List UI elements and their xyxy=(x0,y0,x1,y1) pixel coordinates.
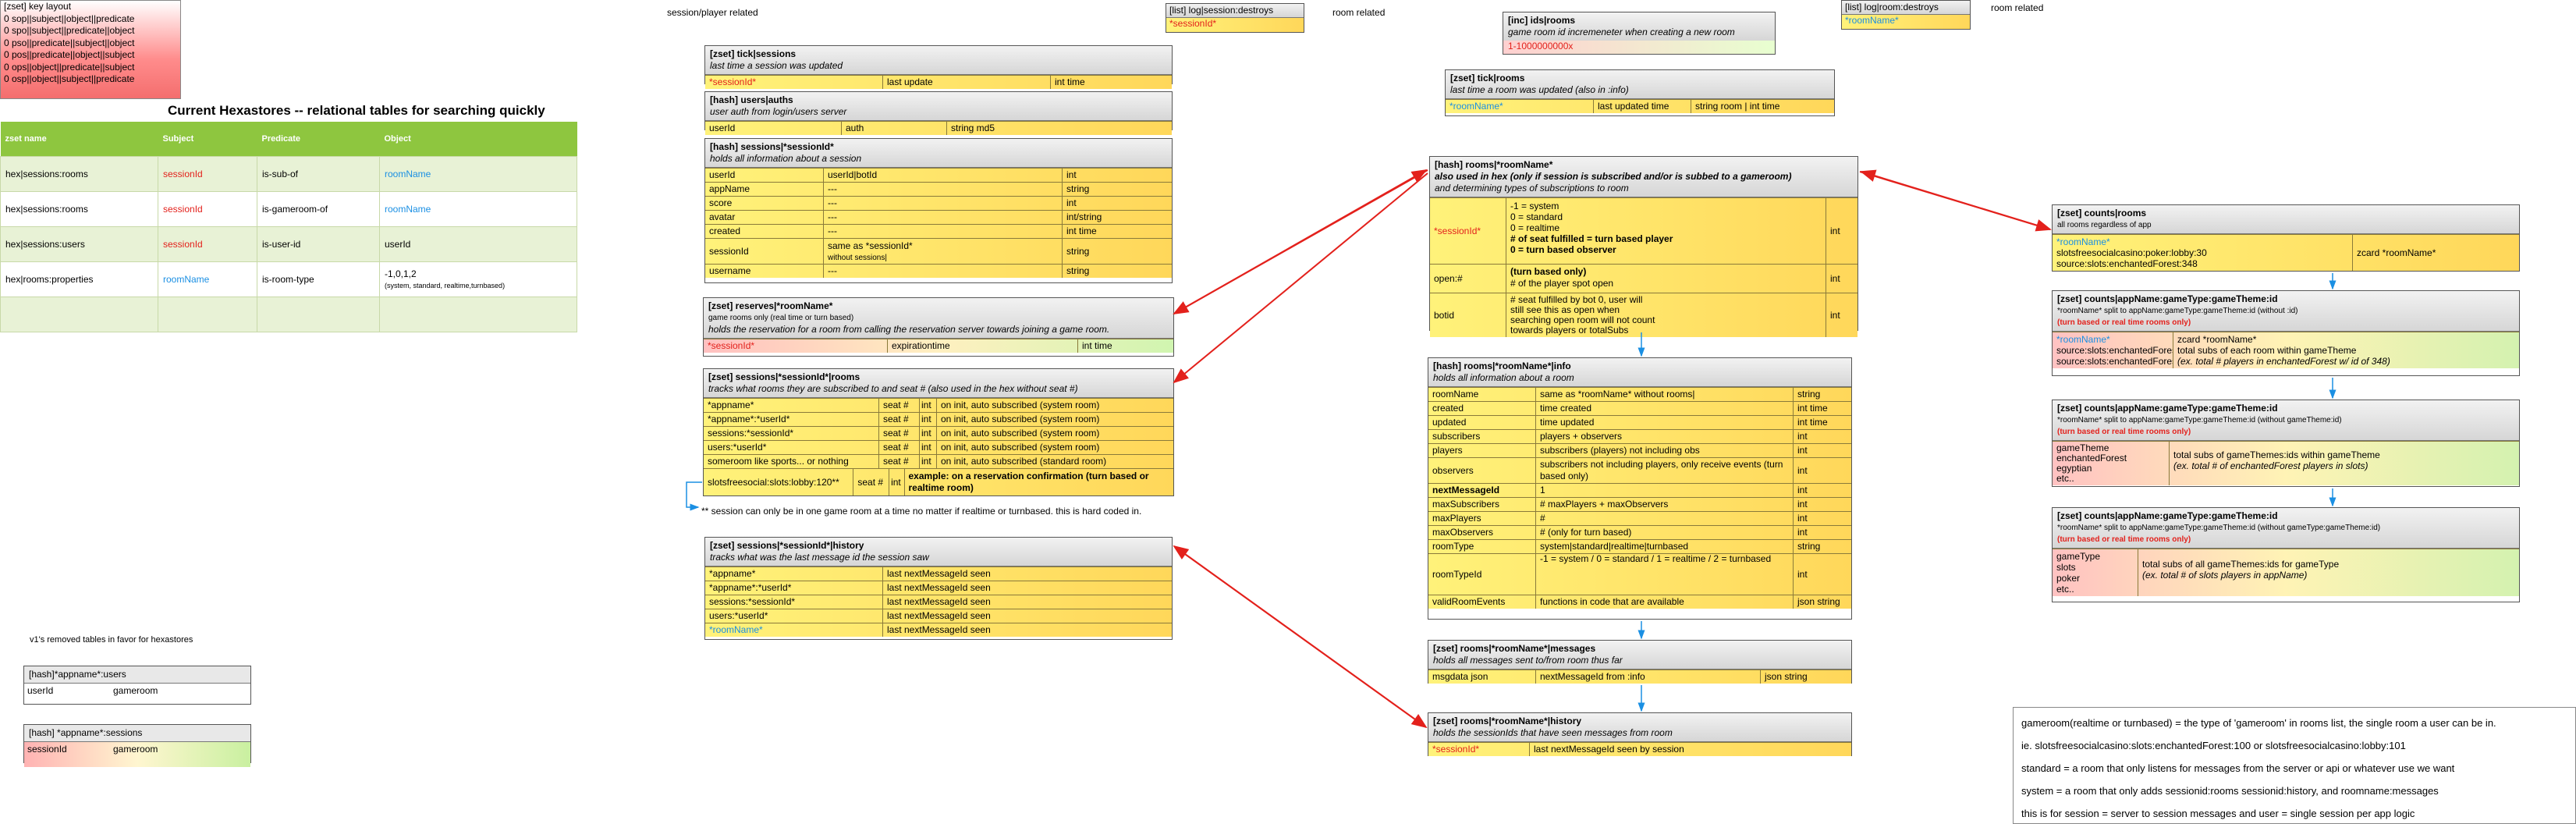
connector-overlay xyxy=(686,169,2336,729)
arrow-rooms-to-sessions-rooms xyxy=(1173,172,1428,384)
arrow-reserves-to-rooms xyxy=(1173,169,1428,314)
arrow-rooms-history-to-sessions-history xyxy=(1173,545,1427,728)
arrow-counts-to-rooms xyxy=(1860,169,2051,230)
footnote-connector xyxy=(686,481,702,511)
